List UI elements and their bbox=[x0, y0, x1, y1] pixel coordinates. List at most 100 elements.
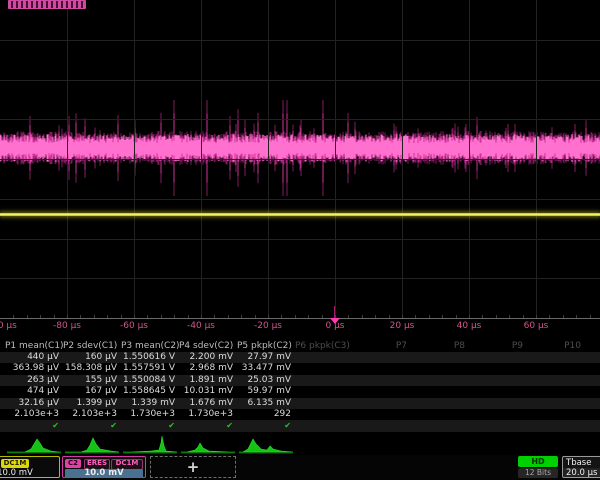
measure-value-cell: 33.477 mV bbox=[237, 363, 295, 374]
resolution-badge: 12 Bits bbox=[518, 468, 558, 478]
measure-value-cell: 32.16 µV bbox=[5, 398, 63, 409]
channel-c2-descriptor[interactable]: C2 ERES DC1M 10.0 mV bbox=[62, 456, 146, 478]
time-axis-label: -40 µs bbox=[187, 321, 215, 331]
timebase-scale[interactable]: 20.0 µs bbox=[563, 468, 600, 478]
measure-column-header[interactable]: P1 mean(C1) bbox=[5, 341, 63, 352]
time-axis-label: -80 µs bbox=[53, 321, 81, 331]
measure-column-header[interactable]: P5 pkpk(C2) bbox=[237, 341, 295, 352]
axis-minor-tick bbox=[281, 315, 282, 318]
measure-value-cell: 155 µV bbox=[63, 375, 121, 386]
grid-vline bbox=[536, 0, 537, 318]
measure-value-cell: 1.399 µV bbox=[63, 398, 121, 409]
time-axis-label: 20 µs bbox=[390, 321, 415, 331]
c2-vertical-scale[interactable]: 10.0 mV bbox=[65, 469, 143, 478]
axis-minor-tick bbox=[107, 315, 108, 318]
hd-mode-badge[interactable]: HD bbox=[518, 456, 558, 467]
channel-c1-descriptor[interactable]: C1 DC1M 10.0 mV bbox=[0, 456, 60, 478]
measure-value-cell: 1.730e+3 bbox=[121, 409, 179, 420]
grid-vline bbox=[335, 0, 336, 318]
axis-minor-tick bbox=[590, 315, 591, 318]
c1-vertical-scale[interactable]: 10.0 mV bbox=[0, 469, 56, 478]
axis-minor-tick bbox=[121, 315, 122, 318]
measure-value-cell: 2.200 mV bbox=[179, 352, 237, 363]
axis-minor-tick bbox=[67, 315, 68, 318]
measure-column-header[interactable]: P3 mean(C2) bbox=[121, 341, 179, 352]
measure-value-cell: 1.550084 V bbox=[121, 375, 179, 386]
axis-minor-tick bbox=[442, 315, 443, 318]
axis-minor-tick bbox=[469, 315, 470, 318]
axis-minor-tick bbox=[161, 315, 162, 318]
measure-column-header[interactable]: P4 sdev(C2) bbox=[179, 341, 237, 352]
measure-value-cell: 1.550616 V bbox=[121, 352, 179, 363]
measure-status-check: ✔ bbox=[179, 420, 237, 431]
measure-value-cell: 292 bbox=[237, 409, 295, 420]
time-axis-labels: -100 µs-80 µs-60 µs-40 µs-20 µs0 µs20 µs… bbox=[0, 321, 600, 333]
grid-vline bbox=[469, 0, 470, 318]
measure-status-check: ✔ bbox=[237, 420, 295, 431]
time-axis-label: 0 µs bbox=[325, 321, 344, 331]
measure-value-cell: 440 µV bbox=[5, 352, 63, 363]
axis-minor-tick bbox=[174, 315, 175, 318]
grid-hline bbox=[0, 40, 600, 41]
measure-column-header-inactive[interactable]: P8 bbox=[411, 341, 469, 352]
grid-hline bbox=[0, 239, 600, 240]
measure-value-cell: 1.891 mV bbox=[179, 375, 237, 386]
measure-column-header-inactive[interactable]: P7 bbox=[353, 341, 411, 352]
measure-column-header[interactable]: P2 sdev(C1) bbox=[63, 341, 121, 352]
axis-minor-tick bbox=[322, 315, 323, 318]
measurement-histicon[interactable] bbox=[5, 432, 63, 455]
grid-vline bbox=[268, 0, 269, 318]
axis-minor-tick bbox=[295, 315, 296, 318]
axis-minor-tick bbox=[134, 315, 135, 318]
axis-minor-tick bbox=[402, 315, 403, 318]
c1-trace bbox=[0, 213, 600, 216]
measurement-histicon[interactable] bbox=[63, 432, 121, 455]
axis-minor-tick bbox=[228, 315, 229, 318]
measure-value-cell: 167 µV bbox=[63, 386, 121, 397]
axis-minor-tick bbox=[536, 315, 537, 318]
bottom-bar: C1 DC1M 10.0 mV C2 ERES DC1M 10.0 mV + H… bbox=[0, 455, 600, 480]
axis-minor-tick bbox=[335, 315, 336, 318]
waveform-grid[interactable] bbox=[0, 0, 600, 318]
measurement-histicon[interactable] bbox=[121, 432, 179, 455]
measure-value-cell: 363.98 µV bbox=[5, 363, 63, 374]
axis-minor-tick bbox=[456, 315, 457, 318]
measure-status-check: ✔ bbox=[121, 420, 179, 431]
axis-minor-tick bbox=[496, 315, 497, 318]
measure-column-header-inactive[interactable]: P10 bbox=[527, 341, 585, 352]
grid-vline bbox=[134, 0, 135, 318]
axis-minor-tick bbox=[563, 315, 564, 318]
measure-value-cell: 2.103e+3 bbox=[5, 409, 63, 420]
axis-minor-tick bbox=[362, 315, 363, 318]
illegible-label-text bbox=[11, 1, 83, 8]
measure-column-header-inactive[interactable]: P6 pkpk(C3) bbox=[295, 341, 353, 352]
axis-minor-tick bbox=[348, 315, 349, 318]
measurement-histicon[interactable] bbox=[179, 432, 237, 455]
axis-minor-tick bbox=[429, 315, 430, 318]
time-axis bbox=[0, 318, 600, 319]
add-trace-button[interactable]: + bbox=[150, 456, 236, 478]
measure-column-header-inactive[interactable]: P9 bbox=[469, 341, 527, 352]
timebase-descriptor[interactable]: Tbase 20.0 µs bbox=[562, 456, 600, 478]
axis-minor-tick bbox=[54, 315, 55, 318]
measurement-histicon[interactable] bbox=[237, 432, 295, 455]
axis-minor-tick bbox=[549, 315, 550, 318]
measure-status-check: ✔ bbox=[63, 420, 121, 431]
axis-minor-tick bbox=[576, 315, 577, 318]
measure-value-cell: 1.676 mV bbox=[179, 398, 237, 409]
measure-value-cell: 59.97 mV bbox=[237, 386, 295, 397]
measure-value-cell: 27.97 mV bbox=[237, 352, 295, 363]
grid-hline bbox=[0, 278, 600, 279]
measure-status-check: ✔ bbox=[5, 420, 63, 431]
measure-value-cell: 158.308 µV bbox=[63, 363, 121, 374]
c1-coupling-badge: DC1M bbox=[1, 459, 29, 468]
axis-minor-tick bbox=[13, 315, 14, 318]
measure-value-cell: 10.031 mV bbox=[179, 386, 237, 397]
c2-channel-badge[interactable]: C2 bbox=[65, 459, 81, 468]
time-axis-label: 60 µs bbox=[524, 321, 549, 331]
axis-minor-tick bbox=[509, 315, 510, 318]
axis-minor-tick bbox=[523, 315, 524, 318]
grid-hline bbox=[0, 199, 600, 200]
axis-minor-tick bbox=[375, 315, 376, 318]
axis-minor-tick bbox=[94, 315, 95, 318]
